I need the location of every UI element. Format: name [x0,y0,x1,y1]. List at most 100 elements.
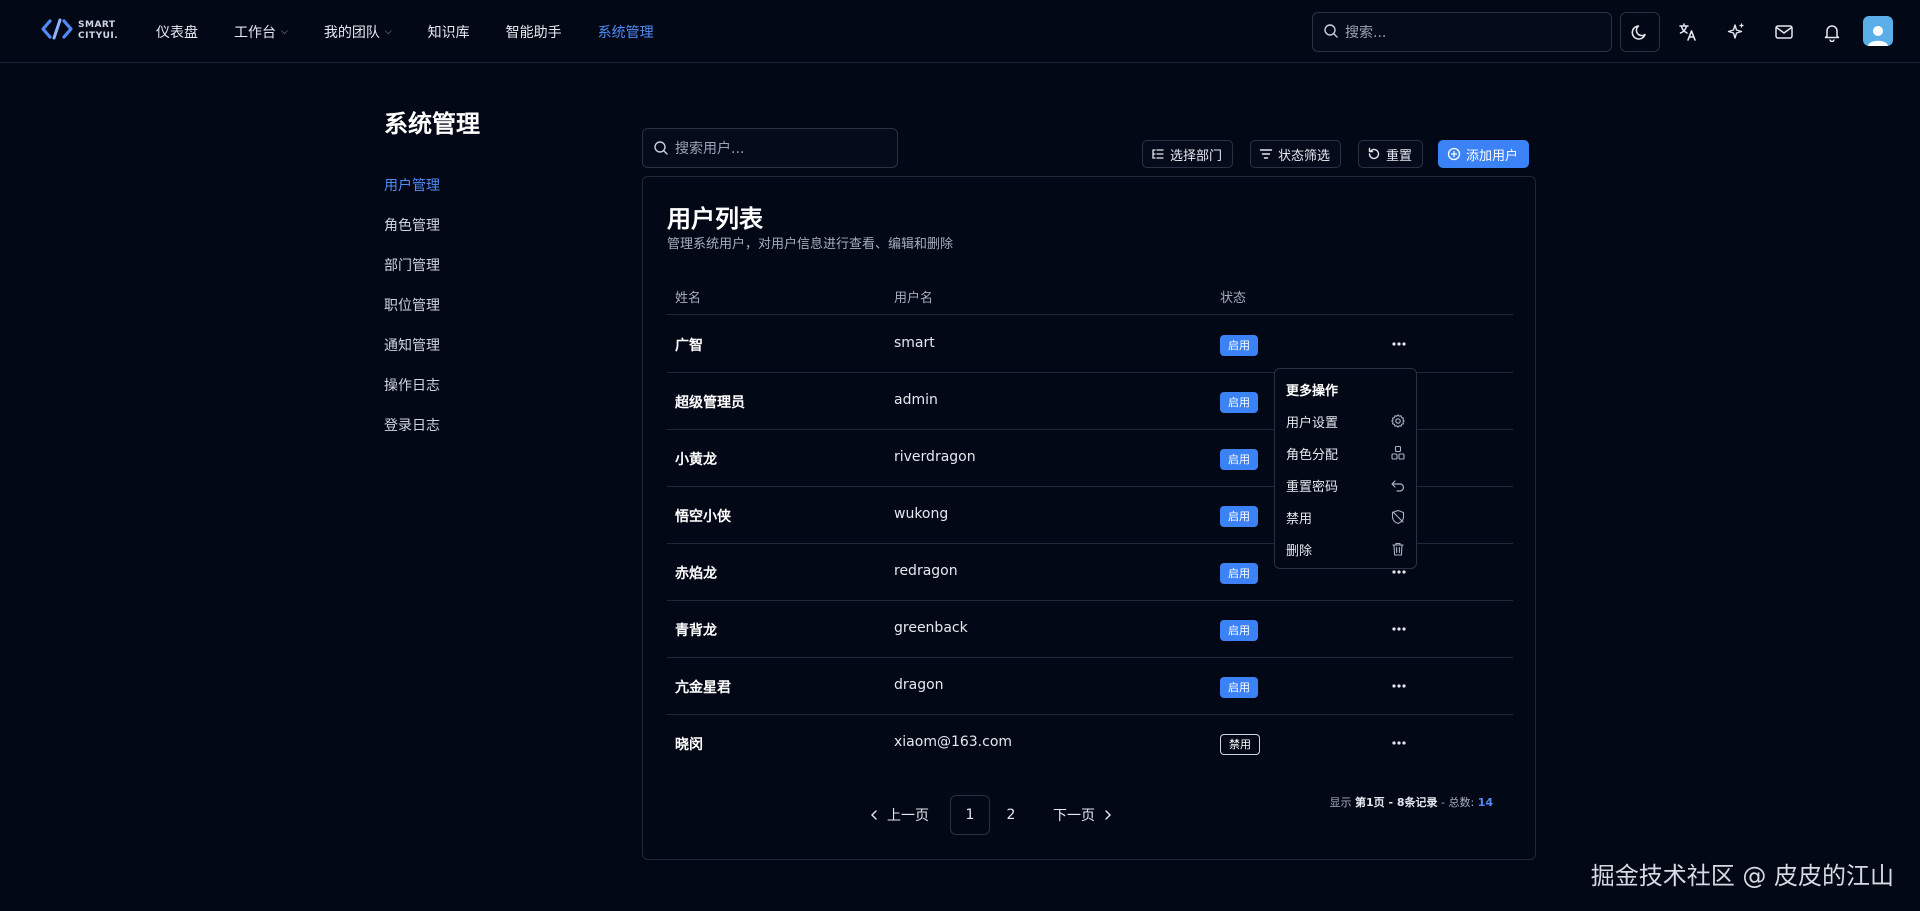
status-badge: 禁用 [1220,734,1260,755]
table-row[interactable]: 晓闵 xiaom@163.com 禁用 [667,715,1513,772]
card-title: 用户列表 [667,205,763,233]
nav-label: 我的团队 [323,24,380,41]
cubes-icon [1391,445,1405,460]
moon-icon [1631,25,1646,40]
search-icon [1324,24,1338,38]
button-label: 重置 [1386,148,1413,164]
cell-username: greenback [894,620,968,636]
add-user-button[interactable]: 添加用户 [1438,140,1530,168]
nav-knowledge-base[interactable]: 知识库 [428,22,470,42]
more-actions-button[interactable] [1387,619,1411,639]
menu-item-user-settings[interactable]: 用户设置 [1275,406,1418,438]
select-department-button[interactable]: 选择部门 [1142,140,1234,168]
nav-label: 系统管理 [597,24,654,41]
refresh-icon [1368,147,1380,160]
sidebar-item-notifications[interactable]: 通知管理 [384,334,440,374]
menu-item-reset-password[interactable]: 重置密码 [1275,470,1418,502]
ai-sparkle-button[interactable] [1716,12,1756,52]
nav-label: 智能助手 [505,24,562,41]
sidebar-item-positions[interactable]: 职位管理 [384,294,440,334]
cell-username: wukong [894,506,949,522]
nav-dashboard[interactable]: 仪表盘 [156,22,198,42]
ellipsis-icon [1392,684,1406,688]
status-badge: 启用 [1220,449,1258,470]
table-header: 姓名 用户名 状态 [667,277,1513,315]
mail-icon [1775,25,1793,39]
table-row[interactable]: 青背龙 greenback 启用 [667,601,1513,658]
pagination-page-1[interactable]: 1 [950,795,990,835]
bell-icon [1824,25,1840,42]
button-label: 添加用户 [1466,148,1519,164]
chevron-right-icon [1105,810,1111,820]
nav-ai-assistant[interactable]: 智能助手 [506,22,562,42]
user-avatar-icon [1868,26,1888,46]
menu-title: 更多操作 [1286,384,1339,399]
cell-username: xiaom@163.com [894,734,1013,750]
code-logo-icon [41,18,73,40]
pagination-prev-button[interactable]: 上一页 [868,795,929,835]
cell-username: riverdragon [894,449,976,465]
messages-button[interactable] [1764,12,1804,52]
menu-item-role-assignment[interactable]: 角色分配 [1275,438,1418,470]
cell-username: redragon [894,563,958,579]
pagination-info-total-label: - 总数: [1437,796,1478,809]
pagination-info-total: 14 [1477,796,1493,809]
sidebar-item-users[interactable]: 用户管理 [384,174,440,214]
theme-toggle-button[interactable] [1620,12,1660,52]
column-header-username: 用户名 [894,291,934,306]
more-actions-button[interactable] [1387,676,1411,696]
nav-system-management[interactable]: 系统管理 [598,22,654,42]
card-subtitle: 管理系统用户，对用户信息进行查看、编辑和删除 [667,237,954,252]
nav-label: 工作台 [234,24,276,41]
notifications-button[interactable] [1812,12,1852,52]
logo-text: SMART CITYUI. [78,20,118,42]
pagination-next-button[interactable]: 下一页 [1053,795,1114,835]
menu-item-delete[interactable]: 删除 [1275,534,1418,566]
button-label: 状态筛选 [1278,148,1331,164]
ellipsis-icon [1392,570,1406,574]
cell-name: 小黄龙 [675,452,717,468]
menu-item-label: 禁用 [1286,512,1313,527]
column-header-status: 状态 [1220,291,1247,306]
menu-item-label: 角色分配 [1286,448,1339,463]
sidebar-item-operation-logs[interactable]: 操作日志 [384,374,440,414]
status-filter-button[interactable]: 状态筛选 [1250,140,1342,168]
chevron-down-icon: ⌵ [281,26,288,37]
pagination-next-label: 下一页 [1053,808,1095,824]
cell-name: 赤焰龙 [675,566,717,582]
app-logo[interactable]: SMART CITYUI. [40,17,120,45]
table-row[interactable]: 广智 smart 启用 [667,316,1513,373]
cell-username: smart [894,335,935,351]
menu-item-disable[interactable]: 禁用 [1275,502,1418,534]
shield-off-icon [1391,509,1405,525]
translate-icon [1679,23,1696,41]
column-header-name: 姓名 [675,291,702,306]
sidebar-item-departments[interactable]: 部门管理 [384,254,440,294]
global-search-input[interactable]: 搜索... [1312,12,1612,52]
logo-line-1: SMART [78,20,116,30]
nav-workbench[interactable]: 工作台 ⌵ [234,22,288,42]
sidebar: 用户管理 角色管理 部门管理 职位管理 通知管理 操作日志 登录日志 [384,174,440,454]
trash-icon [1392,542,1404,556]
pagination-prev-label: 上一页 [887,808,929,824]
avatar[interactable] [1863,16,1893,46]
pagination-info-prefix: 显示 [1329,796,1355,809]
more-actions-menu: 更多操作 用户设置 角色分配 重置密码 禁用 删除 [1274,368,1417,569]
reset-button[interactable]: 重置 [1358,140,1424,168]
status-badge: 启用 [1220,563,1258,584]
cell-name: 超级管理员 [675,395,745,411]
more-actions-button[interactable] [1387,334,1411,354]
status-badge: 启用 [1220,620,1258,641]
ellipsis-icon [1392,342,1406,346]
sidebar-item-login-logs[interactable]: 登录日志 [384,414,440,454]
pagination-page-2[interactable]: 2 [999,795,1023,835]
language-button[interactable] [1668,12,1708,52]
table-row[interactable]: 亢金星君 dragon 启用 [667,658,1513,715]
user-search-input[interactable]: 搜索用户... [642,128,898,168]
more-actions-button[interactable] [1387,733,1411,753]
nav-my-team[interactable]: 我的团队 ⌵ [324,22,392,42]
ellipsis-icon [1392,627,1406,631]
sidebar-item-roles[interactable]: 角色管理 [384,214,440,254]
menu-item-label: 删除 [1286,544,1313,559]
filter-icon [1259,149,1273,159]
